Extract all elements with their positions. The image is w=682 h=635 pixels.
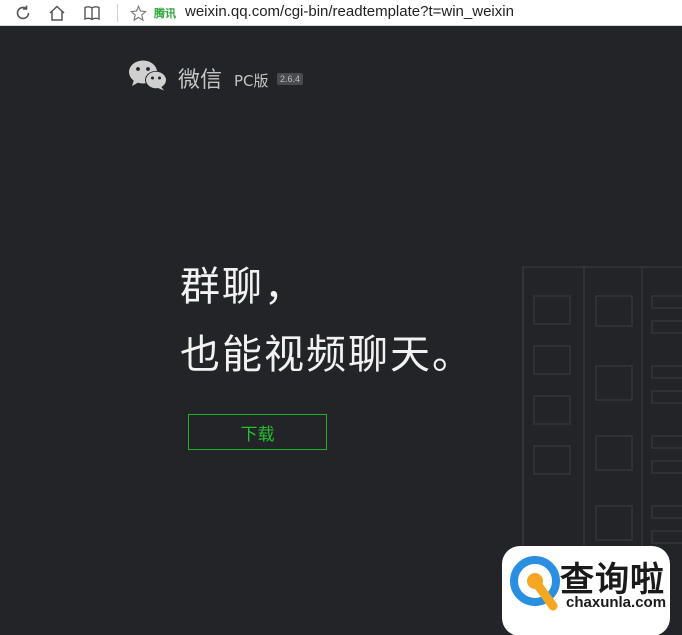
product-name: 微信 xyxy=(178,68,223,93)
reading-mode-button[interactable] xyxy=(81,2,103,24)
version-badge: 2.6.4 xyxy=(277,73,304,85)
address-bar-url[interactable]: weixin.qq.com/cgi-bin/readtemplate?t=win… xyxy=(185,3,514,20)
download-button[interactable]: 下载 xyxy=(188,414,327,450)
refresh-button[interactable] xyxy=(12,2,34,24)
watermark: 查询啦 chaxunla.com xyxy=(502,546,670,635)
refresh-icon xyxy=(16,5,30,20)
watermark-q-logo-icon xyxy=(510,556,560,611)
edition-label: PC版 xyxy=(234,72,269,90)
wechat-logo-icon xyxy=(129,60,167,91)
star-icon xyxy=(129,4,147,21)
browser-toolbar: 腾讯 weixin.qq.com/cgi-bin/readtemplate?t=… xyxy=(0,0,682,26)
page-content: 微信 PC版 2.6.4 群聊， 也能视频聊天。 下载 查询啦 chaxunla… xyxy=(0,26,682,635)
toolbar-divider xyxy=(117,4,118,22)
headline-line-1: 群聊， xyxy=(180,264,306,310)
bookmark-button[interactable] xyxy=(128,2,148,24)
home-button[interactable] xyxy=(46,2,68,24)
watermark-domain: chaxunla.com xyxy=(566,594,667,611)
book-icon xyxy=(84,6,100,21)
headline-line-2: 也能视频聊天。 xyxy=(180,332,474,378)
site-badge: 腾讯 xyxy=(154,7,176,20)
home-icon xyxy=(49,5,65,21)
